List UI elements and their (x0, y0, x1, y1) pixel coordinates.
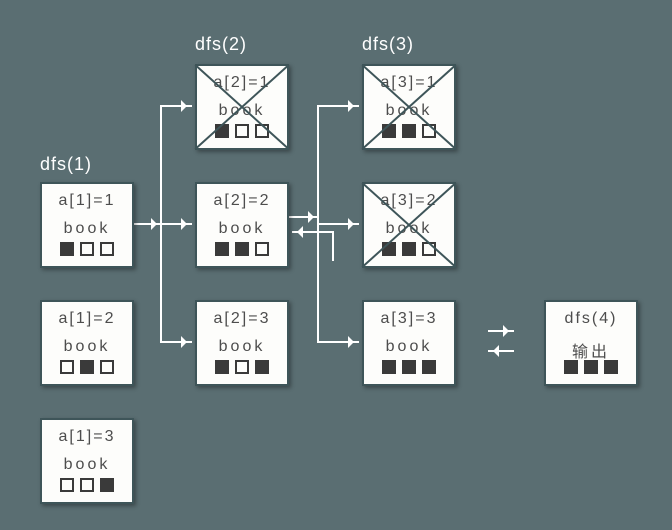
book-array (197, 360, 287, 374)
node-book-label: book (42, 220, 132, 238)
column-label-dfs1: dfs(1) (40, 154, 92, 175)
square-empty-icon (235, 360, 249, 374)
edge (317, 105, 359, 107)
square-empty-icon (60, 360, 74, 374)
node-book-label: book (364, 220, 454, 238)
diagram-stage: dfs(1) dfs(2) dfs(3) a[1]=1 book a[1]=2 boo… (0, 0, 672, 530)
square-empty-icon (100, 242, 114, 256)
column-label-dfs3: dfs(3) (362, 34, 414, 55)
square-filled-icon (215, 360, 229, 374)
edge-back (292, 231, 334, 233)
node-assignment: a[2]=1 (197, 74, 287, 92)
node-assignment: a[1]=3 (42, 428, 132, 446)
square-filled-icon (100, 478, 114, 492)
square-empty-icon (422, 124, 436, 138)
node-assignment: a[2]=2 (197, 192, 287, 210)
edge (332, 231, 334, 261)
book-array (546, 360, 636, 374)
edge (160, 105, 192, 107)
node-assignment: a[3]=2 (364, 192, 454, 210)
square-empty-icon (80, 478, 94, 492)
node-assignment: a[2]=3 (197, 310, 287, 328)
book-array (364, 124, 454, 138)
square-empty-icon (255, 242, 269, 256)
square-filled-icon (584, 360, 598, 374)
node-n31: a[3]=1 book (362, 64, 456, 150)
node-book-label: book (197, 102, 287, 120)
node-n11: a[1]=1 book (40, 182, 134, 268)
node-n22: a[2]=2 book (195, 182, 289, 268)
square-filled-icon (604, 360, 618, 374)
node-assignment: a[1]=2 (42, 310, 132, 328)
square-empty-icon (80, 242, 94, 256)
node-book-label: book (364, 102, 454, 120)
node-n32: a[3]=2 book (362, 182, 456, 268)
node-assignment: a[3]=1 (364, 74, 454, 92)
node-assignment: a[3]=3 (364, 310, 454, 328)
square-empty-icon (422, 242, 436, 256)
node-book-label: book (42, 338, 132, 356)
square-filled-icon (422, 360, 436, 374)
edge-back (488, 350, 514, 352)
node-n13: a[1]=3 book (40, 418, 134, 504)
edge (488, 330, 514, 332)
book-array (197, 124, 287, 138)
node-n4: dfs(4) 输出 (544, 300, 638, 386)
square-filled-icon (402, 124, 416, 138)
square-filled-icon (382, 124, 396, 138)
column-label-dfs2: dfs(2) (195, 34, 247, 55)
edge (317, 341, 359, 343)
node-assignment: a[1]=1 (42, 192, 132, 210)
square-empty-icon (100, 360, 114, 374)
book-array (42, 478, 132, 492)
node-assignment: dfs(4) (546, 310, 636, 328)
node-book-label: book (364, 338, 454, 356)
book-array (364, 360, 454, 374)
square-empty-icon (235, 124, 249, 138)
square-filled-icon (382, 360, 396, 374)
book-array (42, 360, 132, 374)
node-n21: a[2]=1 book (195, 64, 289, 150)
square-filled-icon (80, 360, 94, 374)
node-n23: a[2]=3 book (195, 300, 289, 386)
edge (160, 223, 192, 225)
square-filled-icon (235, 242, 249, 256)
square-filled-icon (215, 124, 229, 138)
book-array (364, 242, 454, 256)
square-filled-icon (564, 360, 578, 374)
edge (289, 216, 319, 218)
edge (317, 223, 359, 225)
square-filled-icon (382, 242, 396, 256)
square-filled-icon (402, 242, 416, 256)
square-filled-icon (402, 360, 416, 374)
square-filled-icon (255, 360, 269, 374)
node-book-label: book (42, 456, 132, 474)
node-book-label: book (197, 220, 287, 238)
node-book-label: 输出 (546, 338, 636, 362)
book-array (42, 242, 132, 256)
node-n12: a[1]=2 book (40, 300, 134, 386)
node-n33: a[3]=3 book (362, 300, 456, 386)
square-empty-icon (255, 124, 269, 138)
square-empty-icon (60, 478, 74, 492)
node-book-label: book (197, 338, 287, 356)
edge (160, 341, 192, 343)
book-array (197, 242, 287, 256)
square-filled-icon (215, 242, 229, 256)
square-filled-icon (60, 242, 74, 256)
edge (134, 223, 162, 225)
